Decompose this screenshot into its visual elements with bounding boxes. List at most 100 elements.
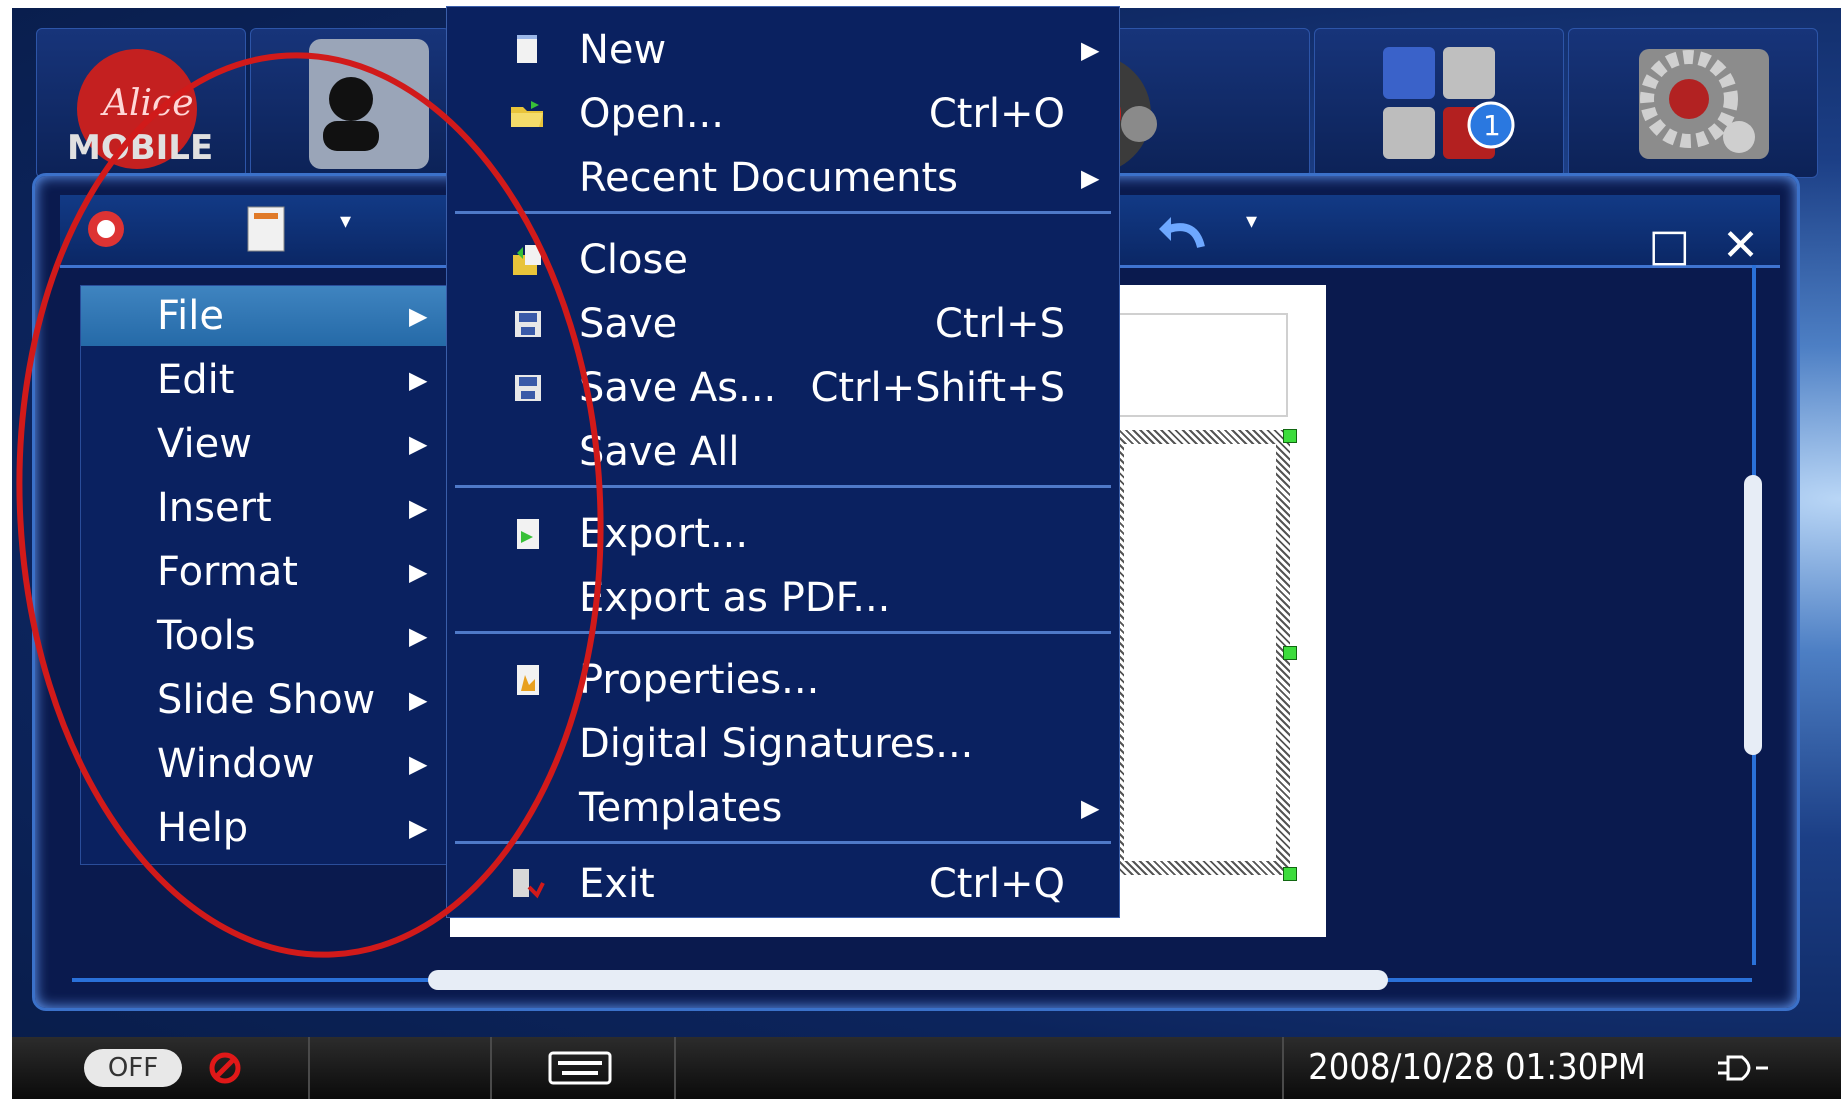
- menu-shadow: [456, 916, 1326, 936]
- file-menu-item-open[interactable]: Open... Ctrl+O: [447, 83, 1119, 145]
- media-player-tile[interactable]: [1110, 28, 1310, 178]
- menu-item-label: Format: [157, 549, 298, 595]
- power-plug-icon[interactable]: [1712, 1053, 1772, 1083]
- file-menu-item-save-as[interactable]: Save As... Ctrl+Shift+S: [447, 357, 1119, 419]
- menu-item-label: Window: [157, 741, 315, 787]
- menu-item-label: Templates: [579, 785, 783, 831]
- apps-icon: 1: [1383, 47, 1515, 159]
- alice-mobile-logo: Alice MOBILE: [67, 49, 213, 169]
- window-controls: □ ✕: [1649, 220, 1759, 271]
- menu-item-label: Save: [579, 301, 678, 347]
- menu-item-view[interactable]: View ▶: [81, 414, 453, 474]
- taskbar: OFF 2008/10/28 01:30PM: [12, 1037, 1841, 1099]
- logo-text: Alice: [100, 83, 194, 124]
- taskbar-empty-cell: [674, 1037, 1284, 1099]
- menu-item-edit[interactable]: Edit ▶: [81, 350, 453, 410]
- menu-item-help[interactable]: Help ▶: [81, 798, 453, 858]
- file-menu-item-save[interactable]: Save Ctrl+S: [447, 293, 1119, 355]
- shortcut-label: Ctrl+Shift+S: [810, 365, 1065, 411]
- shortcut-label: Ctrl+Q: [928, 861, 1065, 907]
- close-window-button[interactable]: ✕: [1722, 220, 1759, 271]
- file-menu-item-exit[interactable]: Exit Ctrl+Q: [447, 853, 1119, 915]
- undo-dropdown-icon[interactable]: ▾: [1246, 209, 1257, 234]
- scroll-thumb[interactable]: [428, 970, 1388, 990]
- undo-icon[interactable]: [1155, 207, 1215, 253]
- file-menu-item-recent-documents[interactable]: Recent Documents ▶: [447, 147, 1119, 209]
- selected-text-frame[interactable]: [1110, 430, 1290, 875]
- app-logo-icon[interactable]: [86, 209, 126, 249]
- submenu-arrow-icon: ▶: [409, 622, 428, 650]
- maximize-button[interactable]: □: [1649, 220, 1691, 271]
- menu-item-file[interactable]: File ▶: [81, 286, 453, 346]
- resize-handle[interactable]: [1283, 867, 1297, 881]
- off-toggle[interactable]: OFF: [84, 1049, 182, 1087]
- settings-tile[interactable]: [1568, 28, 1818, 178]
- submenu-arrow-icon: ▶: [409, 302, 428, 330]
- file-menu-item-save-all[interactable]: Save All: [447, 421, 1119, 483]
- menu-item-label: Edit: [157, 357, 235, 403]
- apps-tile[interactable]: 1: [1314, 28, 1564, 178]
- file-menu-item-close[interactable]: Close: [447, 229, 1119, 291]
- contacts-tile[interactable]: [250, 28, 450, 178]
- menu-separator: [455, 485, 1111, 488]
- new-document-icon: [517, 35, 537, 63]
- settings-icon: [1639, 49, 1769, 159]
- dropdown-arrow-icon[interactable]: ▾: [340, 209, 351, 234]
- menu-item-label: Open...: [579, 91, 724, 137]
- resize-handle[interactable]: [1283, 429, 1297, 443]
- menu-item-tools[interactable]: Tools ▶: [81, 606, 453, 666]
- submenu-arrow-icon: ▶: [409, 750, 428, 778]
- clock: 2008/10/28 01:30PM: [1308, 1047, 1646, 1088]
- submenu-arrow-icon: ▶: [409, 430, 428, 458]
- horizontal-scrollbar[interactable]: [72, 970, 1752, 990]
- menu-item-label: File: [157, 293, 224, 339]
- new-slide-icon[interactable]: [236, 203, 296, 257]
- menu-item-label: Save As...: [579, 365, 777, 411]
- close-document-icon: [513, 245, 541, 275]
- menu-item-slide-show[interactable]: Slide Show ▶: [81, 670, 453, 730]
- menu-item-label: Close: [579, 237, 688, 283]
- scroll-thumb[interactable]: [1744, 475, 1762, 755]
- submenu-arrow-icon: ▶: [1081, 36, 1100, 64]
- submenu-arrow-icon: ▶: [1081, 794, 1100, 822]
- file-menu-item-templates[interactable]: Templates ▶: [447, 777, 1119, 839]
- no-connection-icon[interactable]: [208, 1051, 242, 1085]
- exit-icon: [513, 869, 545, 899]
- save-as-icon: [515, 375, 541, 401]
- file-menu-item-export[interactable]: Export...: [447, 503, 1119, 565]
- submenu-arrow-icon: ▶: [1081, 164, 1100, 192]
- shortcut-label: Ctrl+O: [928, 91, 1065, 137]
- menu-separator: [455, 211, 1111, 214]
- menu-item-label: Export as PDF...: [579, 575, 891, 621]
- file-submenu: New ▶ Open... Ctrl+O Recent Documents ▶ Clo…: [446, 6, 1120, 918]
- file-menu-item-digital-signatures[interactable]: Digital Signatures...: [447, 713, 1119, 775]
- logo-subtext: MOBILE: [67, 128, 213, 168]
- open-folder-icon: [511, 101, 543, 127]
- menu-item-label: View: [157, 421, 252, 467]
- menu-item-label: New: [579, 27, 667, 73]
- menu-separator: [455, 841, 1111, 844]
- menu-item-label: Tools: [157, 613, 256, 659]
- save-icon: [515, 311, 541, 337]
- vertical-scrollbar[interactable]: [1742, 265, 1766, 965]
- contacts-icon: [309, 39, 429, 169]
- keyboard-icon[interactable]: [548, 1049, 612, 1087]
- menu-item-label: Export...: [579, 511, 749, 557]
- menu-item-window[interactable]: Window ▶: [81, 734, 453, 794]
- file-menu-item-new[interactable]: New ▶: [447, 19, 1119, 81]
- file-menu-item-export-pdf[interactable]: Export as PDF...: [447, 567, 1119, 629]
- submenu-arrow-icon: ▶: [409, 494, 428, 522]
- keyboard-cell[interactable]: [490, 1037, 676, 1099]
- menu-item-label: Slide Show: [157, 677, 376, 723]
- alice-mobile-tile[interactable]: Alice MOBILE: [36, 28, 246, 178]
- shortcut-label: Ctrl+S: [934, 301, 1065, 347]
- menu-item-format[interactable]: Format ▶: [81, 542, 453, 602]
- menu-separator: [455, 631, 1111, 634]
- resize-handle[interactable]: [1283, 646, 1297, 660]
- menu-item-label: Digital Signatures...: [579, 721, 974, 767]
- file-menu-item-properties[interactable]: Properties...: [447, 649, 1119, 711]
- submenu-arrow-icon: ▶: [409, 558, 428, 586]
- menu-item-insert[interactable]: Insert ▶: [81, 478, 453, 538]
- export-icon: [517, 519, 539, 549]
- properties-icon: [517, 665, 539, 695]
